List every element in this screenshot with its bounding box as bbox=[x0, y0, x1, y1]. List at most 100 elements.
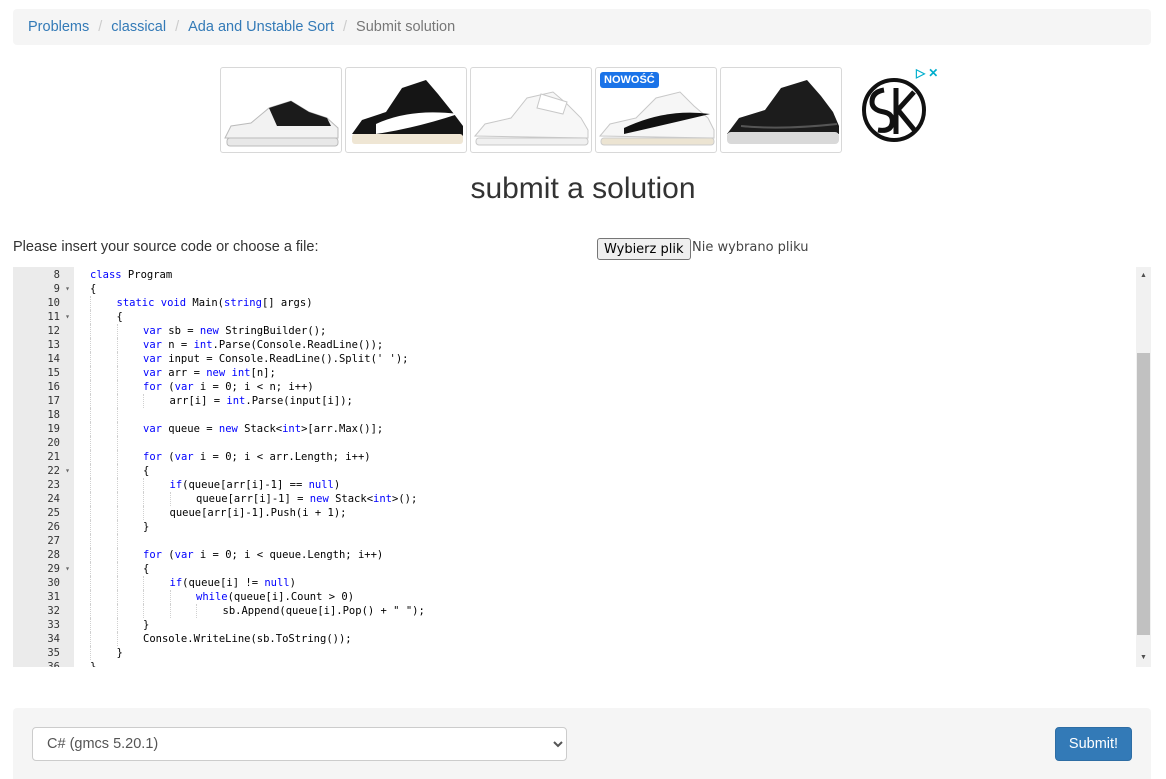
fold-arrow-icon[interactable]: ▾ bbox=[65, 310, 70, 324]
editor-code-area[interactable]: class Program{static void Main(string[] … bbox=[90, 267, 1135, 667]
line-number: 26 bbox=[13, 520, 74, 534]
ad-tile-1[interactable] bbox=[220, 67, 342, 153]
code-line[interactable]: var n = int.Parse(Console.ReadLine()); bbox=[143, 338, 383, 352]
line-number: 9 ▾ bbox=[13, 282, 74, 296]
code-line[interactable]: queue[arr[i]-1].Push(i + 1); bbox=[170, 506, 347, 520]
code-line[interactable]: for (var i = 0; i < arr.Length; i++) bbox=[143, 450, 371, 464]
indent-guide bbox=[90, 380, 91, 394]
indent-guide bbox=[116, 604, 118, 618]
code-editor[interactable]: 8 9 ▾ 10 11 ▾ 12 13 14 15 16 17 18 19 20 21 22 ▾ 23 24 25 26 2… bbox=[13, 267, 1151, 667]
line-number: 17 bbox=[13, 394, 74, 408]
breadcrumb-link-problem[interactable]: Ada and Unstable Sort bbox=[188, 19, 334, 35]
line-number-label: 34 bbox=[47, 633, 60, 645]
fold-arrow-icon[interactable]: ▾ bbox=[65, 282, 70, 296]
indent-guide bbox=[90, 324, 91, 338]
indent-guide bbox=[90, 590, 91, 604]
ad-tile-4[interactable]: NOWOŚĆ bbox=[595, 67, 717, 153]
breadcrumb-link-classical[interactable]: classical bbox=[111, 19, 166, 35]
indent-guide bbox=[116, 632, 118, 646]
indent-guide bbox=[90, 296, 91, 310]
code-line[interactable]: for (var i = 0; i < queue.Length; i++) bbox=[143, 548, 383, 562]
code-line[interactable]: while(queue[i].Count > 0) bbox=[196, 590, 354, 604]
indent-guide bbox=[90, 366, 91, 380]
line-number: 30 bbox=[13, 576, 74, 590]
line-number: 31 bbox=[13, 590, 74, 604]
code-line[interactable]: if(queue[arr[i]-1] == null) bbox=[170, 478, 341, 492]
code-line[interactable]: var input = Console.ReadLine().Split(' '… bbox=[143, 352, 409, 366]
code-line[interactable]: queue[arr[i]-1] = new Stack<int>(); bbox=[196, 492, 417, 506]
code-line[interactable]: } bbox=[143, 618, 149, 632]
indent-guide bbox=[90, 464, 91, 478]
line-number-label: 22 bbox=[47, 465, 60, 477]
code-line[interactable]: sb.Append(queue[i].Pop() + " "); bbox=[223, 604, 425, 618]
scrollbar-thumb[interactable] bbox=[1137, 353, 1150, 635]
indent-guide bbox=[90, 548, 91, 562]
line-number: 22 ▾ bbox=[13, 464, 74, 478]
fold-arrow-icon[interactable]: ▾ bbox=[65, 562, 70, 576]
breadcrumb-link-problems[interactable]: Problems bbox=[28, 19, 89, 35]
line-number: 12 bbox=[13, 324, 74, 338]
indent-guide bbox=[116, 548, 118, 562]
choose-file-button[interactable]: Wybierz plik bbox=[597, 238, 691, 260]
code-line[interactable]: { bbox=[143, 464, 149, 478]
code-line[interactable]: class Program bbox=[90, 268, 172, 282]
line-number-label: 30 bbox=[47, 577, 60, 589]
scroll-down-icon[interactable]: ▼ bbox=[1136, 651, 1151, 665]
line-number-label: 29 bbox=[47, 563, 60, 575]
line-number-label: 16 bbox=[47, 381, 60, 393]
indent-guide bbox=[143, 492, 144, 506]
line-number: 32 bbox=[13, 604, 74, 618]
breadcrumb: Problems / classical / Ada and Unstable … bbox=[13, 9, 1151, 45]
fold-arrow-icon[interactable]: ▾ bbox=[65, 464, 70, 478]
code-line[interactable]: } bbox=[143, 520, 149, 534]
line-number-label: 20 bbox=[47, 437, 60, 449]
ad-tile-3[interactable] bbox=[470, 67, 592, 153]
indent-guide bbox=[90, 310, 91, 324]
breadcrumb-separator: / bbox=[98, 19, 103, 35]
line-number: 29 ▾ bbox=[13, 562, 74, 576]
line-number-label: 26 bbox=[47, 521, 60, 533]
line-number: 28 bbox=[13, 548, 74, 562]
indent-guide bbox=[116, 394, 118, 408]
indent-guide bbox=[116, 562, 118, 576]
indent-guide bbox=[169, 604, 171, 618]
code-line[interactable]: var queue = new Stack<int>[arr.Max()]; bbox=[143, 422, 383, 436]
ad-choices[interactable]: ▷ ✕ bbox=[916, 66, 938, 80]
line-number-label: 35 bbox=[47, 647, 60, 659]
submit-button[interactable]: Submit! bbox=[1055, 727, 1132, 761]
code-line[interactable]: { bbox=[117, 310, 123, 324]
code-line[interactable]: if(queue[i] != null) bbox=[170, 576, 296, 590]
ad-tile-2[interactable] bbox=[345, 67, 467, 153]
code-line[interactable]: { bbox=[143, 562, 149, 576]
line-number-label: 36 bbox=[47, 661, 60, 667]
indent-guide bbox=[90, 408, 91, 422]
indent-guide bbox=[90, 534, 91, 548]
scroll-up-icon[interactable]: ▲ bbox=[1136, 269, 1151, 283]
editor-scrollbar[interactable]: ▲ ▼ bbox=[1136, 267, 1151, 667]
code-line[interactable]: static void Main(string[] args) bbox=[117, 296, 313, 310]
code-line[interactable]: { bbox=[90, 282, 96, 296]
indent-guide bbox=[143, 604, 144, 618]
line-number: 24 bbox=[13, 492, 74, 506]
indent-guide bbox=[116, 338, 118, 352]
code-line[interactable]: for (var i = 0; i < n; i++) bbox=[143, 380, 314, 394]
ad-play-icon[interactable]: ▷ bbox=[916, 66, 925, 80]
line-number-label: 18 bbox=[47, 409, 60, 421]
ad-close-icon[interactable]: ✕ bbox=[928, 66, 938, 80]
code-line[interactable]: var arr = new int[n]; bbox=[143, 366, 276, 380]
indent-guide bbox=[90, 576, 91, 590]
code-line[interactable]: Console.WriteLine(sb.ToString()); bbox=[143, 632, 352, 646]
indent-guide bbox=[116, 534, 118, 548]
code-line[interactable]: var sb = new StringBuilder(); bbox=[143, 324, 326, 338]
sneaker-basketball-black-icon bbox=[727, 80, 839, 144]
indent-guide bbox=[90, 450, 91, 464]
line-number: 14 bbox=[13, 352, 74, 366]
code-line[interactable]: arr[i] = int.Parse(input[i]); bbox=[170, 394, 353, 408]
language-select[interactable]: C# (gmcs 5.20.1) bbox=[32, 727, 567, 761]
code-line[interactable]: } bbox=[117, 646, 123, 660]
indent-guide bbox=[90, 618, 91, 632]
ad-tile-5[interactable] bbox=[720, 67, 842, 153]
code-line[interactable]: } bbox=[90, 660, 96, 667]
line-number-label: 8 bbox=[53, 269, 60, 281]
brand-logo-icon[interactable] bbox=[860, 76, 928, 144]
